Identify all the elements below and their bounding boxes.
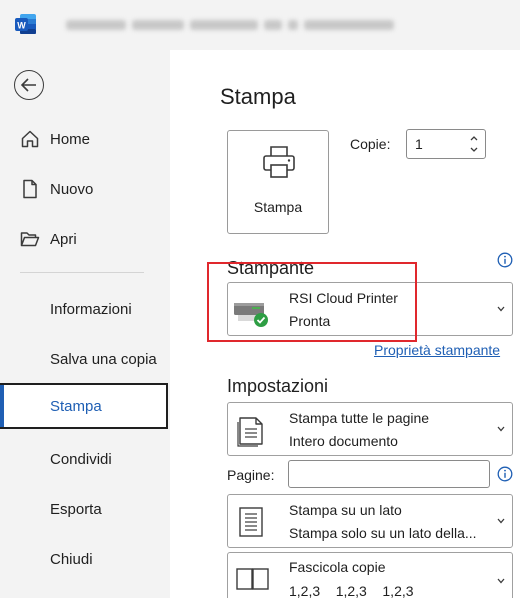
sidebar-item-home[interactable]: Home xyxy=(0,116,170,162)
print-pane: Stampa Stampa Copie: 1 Stampante RSI Clo… xyxy=(170,50,520,598)
pages-document-icon xyxy=(237,417,263,447)
sidebar-item-label: Informazioni xyxy=(50,300,132,318)
chevron-down-icon xyxy=(497,518,505,524)
sides-value: Stampa su un lato xyxy=(289,502,402,518)
info-icon[interactable] xyxy=(497,466,513,482)
back-button[interactable] xyxy=(14,70,44,100)
backstage-sidebar: Home Nuovo Apri Informazioni Salva una c… xyxy=(0,50,170,598)
one-sided-print-icon xyxy=(239,507,263,537)
spin-down-icon[interactable] xyxy=(469,145,479,155)
print-button-label: Stampa xyxy=(253,199,303,215)
page-title: Stampa xyxy=(220,84,296,109)
open-folder-icon xyxy=(20,232,40,247)
document-title-redacted xyxy=(66,18,486,32)
copies-stepper[interactable]: 1 xyxy=(406,129,486,159)
print-button[interactable]: Stampa xyxy=(227,130,329,234)
collate-description: 1,2,3 1,2,3 1,2,3 xyxy=(289,583,414,598)
chevron-down-icon xyxy=(497,578,505,584)
sidebar-divider xyxy=(20,272,144,273)
back-arrow-icon xyxy=(21,78,36,92)
collate-value: Fascicola copie xyxy=(289,559,386,575)
sidebar-item-label: Home xyxy=(50,130,91,148)
sidebar-item-nuovo[interactable]: Nuovo xyxy=(0,166,170,212)
sidebar-item-stampa[interactable]: Stampa xyxy=(0,383,168,429)
chevron-down-icon xyxy=(497,306,505,312)
sidebar-item-label: Apri xyxy=(50,230,77,248)
copies-label: Copie: xyxy=(350,136,391,152)
sidebar-item-esporta[interactable]: Esporta xyxy=(0,486,170,532)
home-icon xyxy=(21,130,39,148)
sidebar-item-chiudi[interactable]: Chiudi xyxy=(0,536,170,582)
title-bar: W xyxy=(0,0,520,50)
sides-description: Stampa solo su un lato della... xyxy=(289,525,477,541)
sidebar-item-informazioni[interactable]: Informazioni xyxy=(0,286,170,332)
printer-icon xyxy=(263,146,295,178)
sidebar-item-salva-copia[interactable]: Salva una copia xyxy=(0,336,170,382)
print-range-description: Intero documento xyxy=(289,433,398,449)
svg-text:W: W xyxy=(17,21,26,31)
selected-indicator xyxy=(0,385,4,427)
sidebar-item-label: Salva una copia xyxy=(50,350,157,368)
printer-properties-link[interactable]: Proprietà stampante xyxy=(374,342,500,358)
sidebar-item-apri[interactable]: Apri xyxy=(0,216,170,262)
sidebar-item-label: Chiudi xyxy=(50,550,93,568)
word-logo-icon: W xyxy=(15,14,36,34)
print-range-value: Stampa tutte le pagine xyxy=(289,410,430,426)
settings-section-title: Impostazioni xyxy=(227,376,329,396)
sides-dropdown[interactable]: Stampa su un lato Stampa solo su un lato… xyxy=(227,494,513,548)
collate-dropdown[interactable]: Fascicola copie 1,2,3 1,2,3 1,2,3 xyxy=(227,552,513,598)
collate-icon xyxy=(236,568,269,590)
pages-input[interactable] xyxy=(288,460,490,488)
sidebar-item-label: Condividi xyxy=(50,450,112,468)
spin-up-icon[interactable] xyxy=(469,133,479,143)
print-range-dropdown[interactable]: Stampa tutte le pagine Intero documento xyxy=(227,402,513,456)
pages-label: Pagine: xyxy=(227,467,275,483)
info-icon[interactable] xyxy=(497,252,513,268)
sidebar-item-condividi[interactable]: Condividi xyxy=(0,436,170,482)
annotation-highlight-box xyxy=(207,262,417,342)
sidebar-item-label: Esporta xyxy=(50,500,102,518)
sidebar-item-label: Stampa xyxy=(50,397,102,415)
sidebar-item-label: Nuovo xyxy=(50,180,94,198)
copies-value: 1 xyxy=(415,136,423,152)
chevron-down-icon xyxy=(497,426,505,432)
new-document-icon xyxy=(23,179,37,199)
